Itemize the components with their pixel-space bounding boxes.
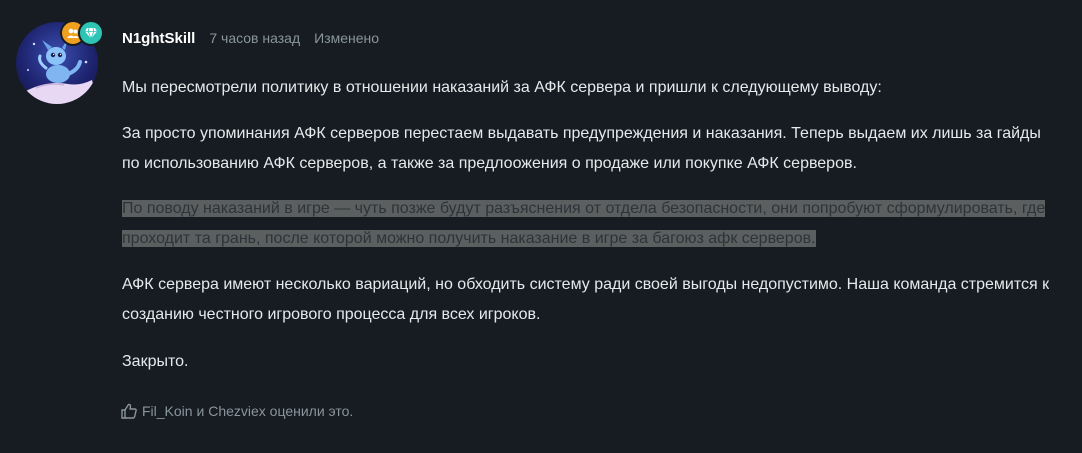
reactions-bar: Fil_Koin и Chezviex оценили это. xyxy=(120,402,353,420)
post-paragraph-highlighted: По поводу наказаний в игре — чуть позже … xyxy=(122,194,1062,254)
edited-label: Изменено xyxy=(314,30,380,46)
highlighted-text: По поводу наказаний в игре — чуть позже … xyxy=(122,200,1046,247)
forum-post: N1ghtSkill 7 часов назад Изменено Мы пер… xyxy=(0,0,1082,453)
avatar-container xyxy=(16,20,104,104)
post-paragraph: АФК сервера имеют несколько вариаций, но… xyxy=(122,276,1050,323)
post-paragraph: Закрыто. xyxy=(122,353,189,370)
diamond-badge[interactable] xyxy=(78,20,104,46)
conjunction-text: и xyxy=(192,403,209,419)
username-link[interactable]: N1ghtSkill xyxy=(122,30,195,47)
thumbs-up-icon xyxy=(120,402,138,420)
liker-link[interactable]: Fil_Koin xyxy=(142,403,193,419)
post-header: N1ghtSkill 7 часов назад Изменено xyxy=(122,30,379,50)
diamond-icon xyxy=(85,27,97,40)
likes-suffix-text: оценили это. xyxy=(265,403,354,419)
post-paragraph: Мы пересмотрели политику в отношении нак… xyxy=(122,79,882,96)
post-paragraph: За просто упоминания АФК серверов перест… xyxy=(122,125,1041,172)
post-timestamp[interactable]: 7 часов назад xyxy=(209,30,300,46)
liker-link[interactable]: Chezviex xyxy=(208,403,266,419)
